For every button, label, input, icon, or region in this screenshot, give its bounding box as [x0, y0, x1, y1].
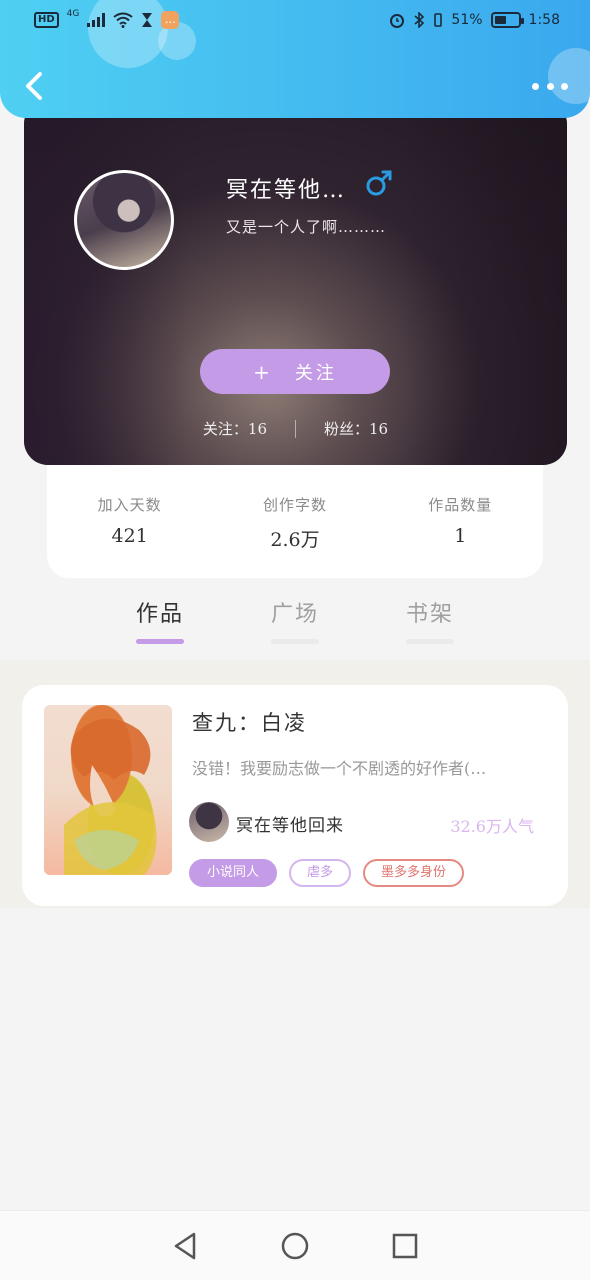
profile-card: 冥在等他… 又是一个人了啊……… + 关注 关注：16 粉丝：16 — [24, 100, 567, 465]
tag-list: 小说同人 虐多 墨多多身份 — [189, 859, 465, 887]
bluetooth-icon — [414, 12, 425, 28]
follow-button[interactable]: + 关注 — [200, 349, 390, 394]
following-count[interactable]: 关注：16 — [203, 418, 267, 439]
popularity-count: 32.6万人气 — [450, 817, 534, 836]
stat-value: 1 — [454, 525, 467, 547]
wifi-icon — [113, 12, 133, 28]
battery-icon — [490, 12, 524, 28]
stats-card: 加入天数 421 创作字数 2.6万 作品数量 1 — [47, 464, 543, 578]
stat-label: 加入天数 — [97, 496, 162, 514]
back-button[interactable] — [18, 66, 54, 106]
follow-stats: 关注：16 粉丝：16 — [24, 418, 567, 439]
clock: 1:58 — [528, 12, 560, 28]
tab-indicator — [271, 639, 319, 644]
tab-square[interactable]: 广场 — [245, 596, 345, 646]
tab-works[interactable]: 作品 — [110, 596, 210, 646]
work-description: 没错！我要励志做一个不剧透的好作者(… — [192, 759, 487, 778]
tag-chip[interactable]: 墨多多身份 — [363, 859, 465, 887]
network-type: 4G — [66, 9, 80, 19]
stat-value: 2.6万 — [270, 529, 320, 551]
status-bar: HD 4G … 51% 1:58 — [34, 8, 560, 32]
tab-label: 作品 — [135, 602, 184, 627]
circle-home-icon — [281, 1232, 309, 1259]
more-button[interactable] — [532, 74, 568, 98]
hd-icon: HD — [34, 12, 59, 28]
bio: 又是一个人了啊……… — [226, 218, 387, 236]
nav-back-button[interactable] — [168, 1229, 202, 1263]
app-header: HD 4G … 51% 1:58 — [0, 0, 590, 118]
tab-label: 广场 — [270, 602, 319, 627]
chevron-left-icon — [26, 72, 42, 100]
tag-chip[interactable]: 小说同人 — [189, 859, 278, 887]
username: 冥在等他… — [226, 178, 347, 203]
tab-label: 书架 — [405, 602, 454, 627]
stat-value: 421 — [111, 525, 148, 547]
work-title: 查九：白凌 — [192, 711, 307, 735]
divider — [295, 419, 296, 438]
tab-indicator — [406, 639, 454, 644]
chat-bubble-icon: … — [161, 11, 180, 29]
author-name: 冥在等他回来 — [236, 816, 344, 836]
avatar[interactable] — [74, 170, 174, 270]
nav-home-button[interactable] — [278, 1229, 312, 1263]
stat-word-count: 创作字数 2.6万 — [225, 494, 365, 578]
book-cover[interactable] — [44, 705, 172, 875]
followers-count[interactable]: 粉丝：16 — [324, 418, 388, 439]
tag-chip[interactable]: 虐多 — [289, 859, 352, 887]
battery-percent: 51% — [451, 12, 483, 28]
stat-works-count: 作品数量 1 — [390, 494, 530, 578]
hourglass-icon — [142, 13, 153, 27]
square-recents-icon — [392, 1233, 418, 1258]
vibrate-icon — [434, 13, 443, 27]
tab-indicator — [136, 639, 184, 644]
plus-icon: + — [253, 359, 273, 384]
work-card[interactable]: 查九：白凌 没错！我要励志做一个不剧透的好作者(… 冥在等他回来 32.6万人气… — [22, 685, 568, 906]
stat-days-joined: 加入天数 421 — [60, 494, 200, 578]
male-gender-icon — [366, 170, 392, 196]
signal-icon — [87, 13, 106, 27]
profile-tabs: 作品 广场 书架 — [110, 596, 480, 646]
tab-bookshelf[interactable]: 书架 — [380, 596, 480, 646]
follow-label: 关注 — [294, 362, 337, 384]
triangle-back-icon — [174, 1232, 196, 1259]
stat-label: 创作字数 — [262, 496, 327, 514]
author-avatar[interactable] — [189, 802, 229, 842]
alarm-icon — [390, 14, 405, 28]
more-dots-icon — [532, 82, 539, 90]
stat-label: 作品数量 — [428, 496, 493, 514]
nav-recents-button[interactable] — [388, 1229, 422, 1263]
cover-illustration — [64, 718, 157, 875]
system-nav-bar — [0, 1210, 590, 1280]
